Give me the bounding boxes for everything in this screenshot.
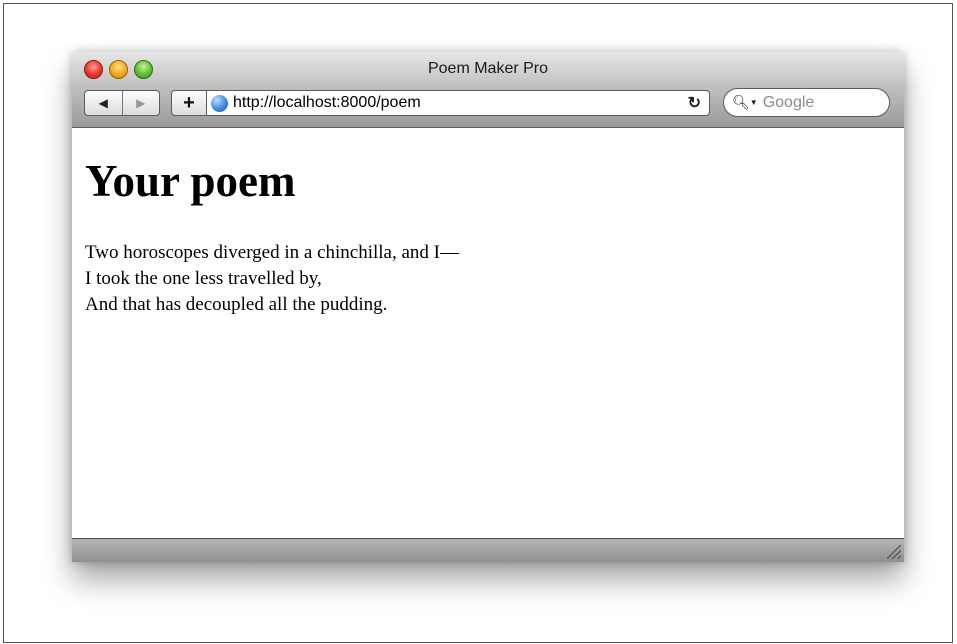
poem-line: And that has decoupled all the pudding. <box>85 294 388 315</box>
search-placeholder: Google <box>762 93 815 111</box>
search-engine-caret-icon[interactable]: ▼ <box>750 98 758 107</box>
add-bookmark-button[interactable]: + <box>171 90 207 116</box>
page-content: Your poem Two horoscopes diverged in a c… <box>72 128 904 538</box>
reload-icon[interactable]: ↻ <box>688 93 701 113</box>
globe-icon <box>211 94 228 112</box>
search-field[interactable]: 🔍︎ ▼ Google <box>723 88 890 117</box>
address-bar[interactable]: http://localhost:8000/poem ↻ <box>207 90 710 116</box>
history-nav-group: ◀ ▶ <box>84 90 160 116</box>
forward-arrow-icon: ▶ <box>136 96 146 110</box>
poem-line: I took the one less travelled by, <box>85 268 322 289</box>
poem-line: Two horoscopes diverged in a chinchilla,… <box>85 242 459 263</box>
address-input[interactable]: http://localhost:8000/poem <box>233 94 688 112</box>
forward-button[interactable]: ▶ <box>123 91 160 115</box>
poem-text: Two horoscopes diverged in a chinchilla,… <box>85 240 459 318</box>
back-arrow-icon: ◀ <box>98 96 108 110</box>
status-bar <box>72 538 904 562</box>
back-button[interactable]: ◀ <box>85 91 123 115</box>
resize-grip-icon[interactable] <box>887 545 901 559</box>
title-bar: Poem Maker Pro ◀ ▶ + http://localhost:80… <box>72 52 904 128</box>
window-title: Poem Maker Pro <box>427 60 549 77</box>
search-icon[interactable]: 🔍︎ <box>732 94 750 111</box>
browser-window: Poem Maker Pro ◀ ▶ + http://localhost:80… <box>72 52 904 562</box>
page-heading: Your poem <box>85 156 296 206</box>
screenshot-frame: Poem Maker Pro ◀ ▶ + http://localhost:80… <box>3 3 953 643</box>
